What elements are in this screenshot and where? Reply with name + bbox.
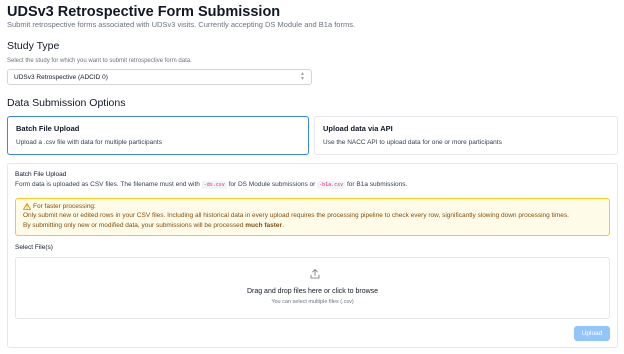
page-subtitle: Submit retrospective forms associated wi…: [7, 20, 356, 29]
upload-button[interactable]: Upload: [574, 326, 610, 341]
upload-via-api-option[interactable]: Upload data via API Use the NACC API to …: [314, 116, 618, 155]
option-description: Upload a .csv file with data for multipl…: [16, 139, 162, 146]
b1a-suffix-code: -b1a.csv: [317, 181, 346, 189]
panel-description: Form data is uploaded as CSV files. The …: [15, 181, 408, 189]
option-description: Use the NACC API to upload data for one …: [323, 139, 502, 146]
batch-file-upload-option[interactable]: Batch File Upload Upload a .csv file wit…: [7, 116, 309, 155]
batch-upload-panel: Batch File Upload Form data is uploaded …: [7, 163, 618, 348]
option-title: Batch File Upload: [16, 124, 80, 133]
study-type-selected-value: UDSv3 Retrospective (ADCID 0): [14, 73, 108, 81]
study-type-heading: Study Type: [7, 40, 60, 52]
upload-icon: [310, 269, 320, 279]
dropzone-sub-text: You can select multiple files (.csv): [271, 299, 354, 305]
option-title: Upload data via API: [323, 124, 393, 133]
panel-title: Batch File Upload: [15, 171, 67, 178]
file-dropzone[interactable]: Drag and drop files here or click to bro…: [15, 257, 610, 319]
select-files-label: Select File(s): [15, 244, 53, 251]
alert-body: Only submit new or edited rows in your C…: [23, 211, 602, 231]
alert-line-2-bold: much faster: [245, 222, 283, 229]
submission-options-heading: Data Submission Options: [7, 97, 126, 109]
alert-title: For faster processing:: [23, 203, 602, 210]
faster-processing-alert: For faster processing: Only submit new o…: [15, 198, 610, 236]
alert-title-text: For faster processing:: [33, 203, 96, 210]
study-type-select[interactable]: UDSv3 Retrospective (ADCID 0) ▴ ▾: [7, 69, 312, 85]
alert-line-2-prefix: By submitting only new or modified data,…: [23, 222, 244, 229]
study-type-hint: Select the study for which you want to s…: [7, 58, 192, 64]
desc-middle: for DS Module submissions or: [228, 181, 316, 188]
chevron-updown-icon: ▴ ▾: [300, 71, 304, 82]
warning-icon: [23, 203, 31, 210]
desc-prefix: Form data is uploaded as CSV files. The …: [15, 181, 200, 188]
page-title: UDSv3 Retrospective Form Submission: [7, 4, 281, 20]
ds-suffix-code: -ds.csv: [201, 181, 227, 189]
alert-line-1: Only submit new or edited rows in your C…: [23, 212, 569, 219]
dropzone-main-text: Drag and drop files here or click to bro…: [246, 288, 379, 295]
desc-suffix: for B1a submissions.: [347, 181, 408, 188]
alert-line-2-suffix: .: [282, 222, 284, 229]
